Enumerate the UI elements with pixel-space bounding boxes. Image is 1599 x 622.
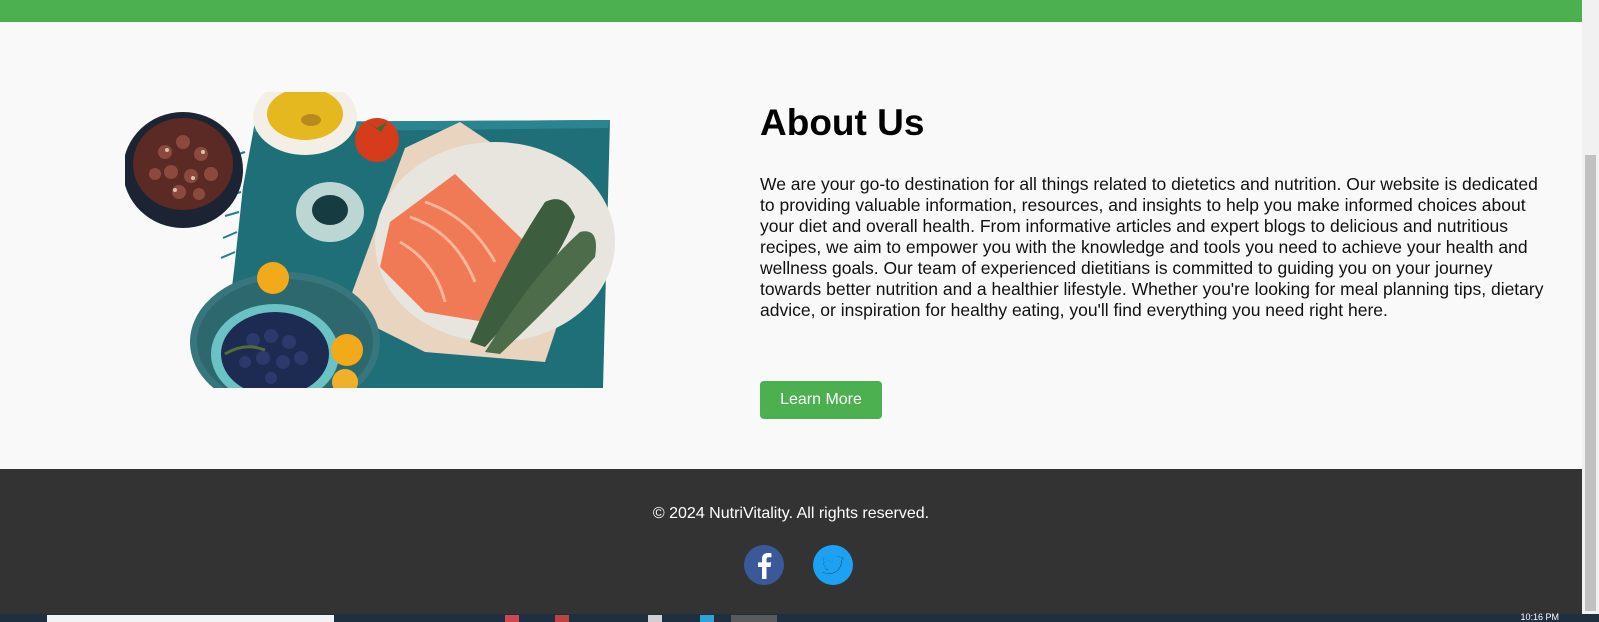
facebook-icon[interactable] — [743, 544, 785, 586]
taskbar-search-input[interactable] — [47, 615, 334, 622]
taskbar-app-icon[interactable] — [555, 615, 569, 622]
taskbar-app-icon[interactable] — [648, 615, 662, 622]
scroll-thumb[interactable] — [1585, 155, 1596, 611]
taskbar-active-app-icon[interactable] — [731, 615, 777, 622]
taskbar: 10:16 PM — [0, 612, 1599, 622]
about-description: We are your go-to destination for all th… — [760, 174, 1544, 320]
twitter-icon[interactable] — [812, 544, 854, 586]
top-accent-bar — [0, 0, 1582, 22]
food-photo-icon — [125, 92, 615, 388]
footer-copyright: © 2024 NutriVitality. All rights reserve… — [652, 505, 930, 522]
learn-more-button[interactable]: Learn More — [760, 381, 882, 419]
taskbar-clock: 10:16 PM — [1520, 612, 1559, 622]
about-title: About Us — [760, 102, 925, 143]
taskbar-app-icon[interactable] — [700, 615, 714, 622]
vertical-scrollbar[interactable] — [1582, 0, 1599, 614]
footer — [0, 469, 1582, 614]
page: About Us We are your go-to destination f… — [0, 0, 1599, 622]
taskbar-app-icon[interactable] — [505, 615, 519, 622]
